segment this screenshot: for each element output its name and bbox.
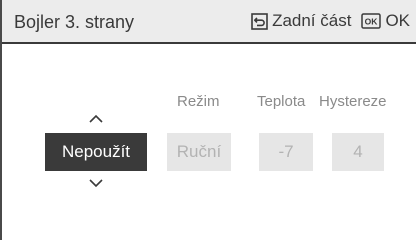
boiler-settings-screen: Bojler 3. strany Zadní část OK OK Režim … (0, 0, 416, 240)
hysteresis-value-text: 4 (353, 142, 363, 161)
mode-column-label: Režim (177, 93, 220, 110)
hysteresis-value-field: 4 (332, 133, 384, 171)
selector-value-text: Nepoužít (61, 142, 131, 161)
hysteresis-column-label: Hystereze (319, 93, 387, 110)
chevron-up-icon[interactable] (88, 114, 104, 124)
mode-value-field: Ruční (167, 133, 231, 171)
selector-value[interactable]: Nepoužít (45, 133, 147, 171)
header-bar: Bojler 3. strany Zadní část OK OK (2, 0, 416, 44)
header-nav: Zadní část OK OK (251, 11, 410, 31)
page-title: Bojler 3. strany (14, 12, 135, 32)
ok-key-icon: OK (361, 13, 382, 29)
ok-label: OK (385, 11, 410, 30)
ok-button[interactable]: OK OK (361, 11, 410, 31)
temperature-value-text: -7 (278, 142, 294, 161)
back-button[interactable]: Zadní část (251, 11, 351, 31)
return-icon (251, 12, 268, 30)
back-label: Zadní část (272, 11, 352, 30)
chevron-down-icon[interactable] (88, 178, 104, 188)
temperature-value-field: -7 (259, 133, 313, 171)
temperature-column-label: Teplota (257, 93, 306, 110)
mode-value-text: Ruční (176, 142, 222, 161)
svg-text:OK: OK (365, 17, 379, 27)
